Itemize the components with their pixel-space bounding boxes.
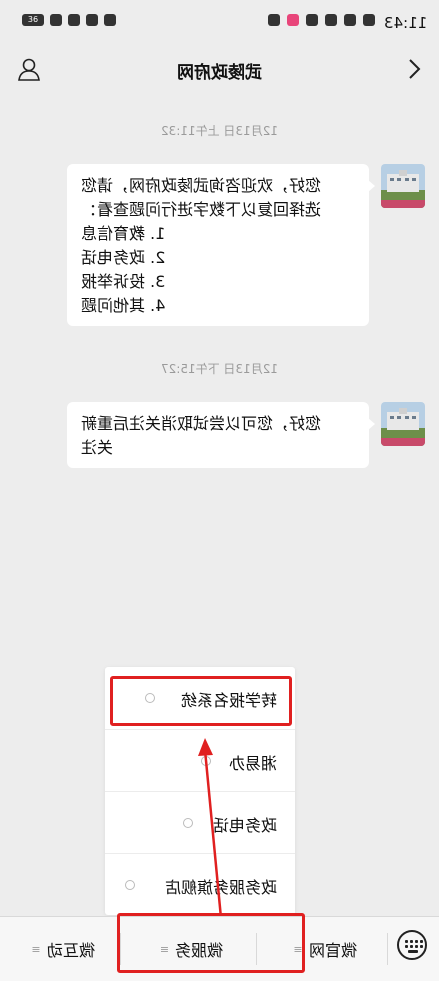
annotation-arrow bbox=[198, 738, 223, 919]
divider bbox=[387, 933, 388, 965]
bottom-menu-item-interact[interactable]: ≡ 微互动 bbox=[0, 917, 120, 981]
bottom-menu-label: 微官网 bbox=[308, 941, 357, 960]
bottom-menu-label: 微互动 bbox=[46, 941, 95, 960]
menu-lines-icon: ≡ bbox=[31, 942, 41, 956]
keyboard-icon[interactable] bbox=[397, 930, 427, 960]
highlight-box bbox=[117, 913, 305, 973]
